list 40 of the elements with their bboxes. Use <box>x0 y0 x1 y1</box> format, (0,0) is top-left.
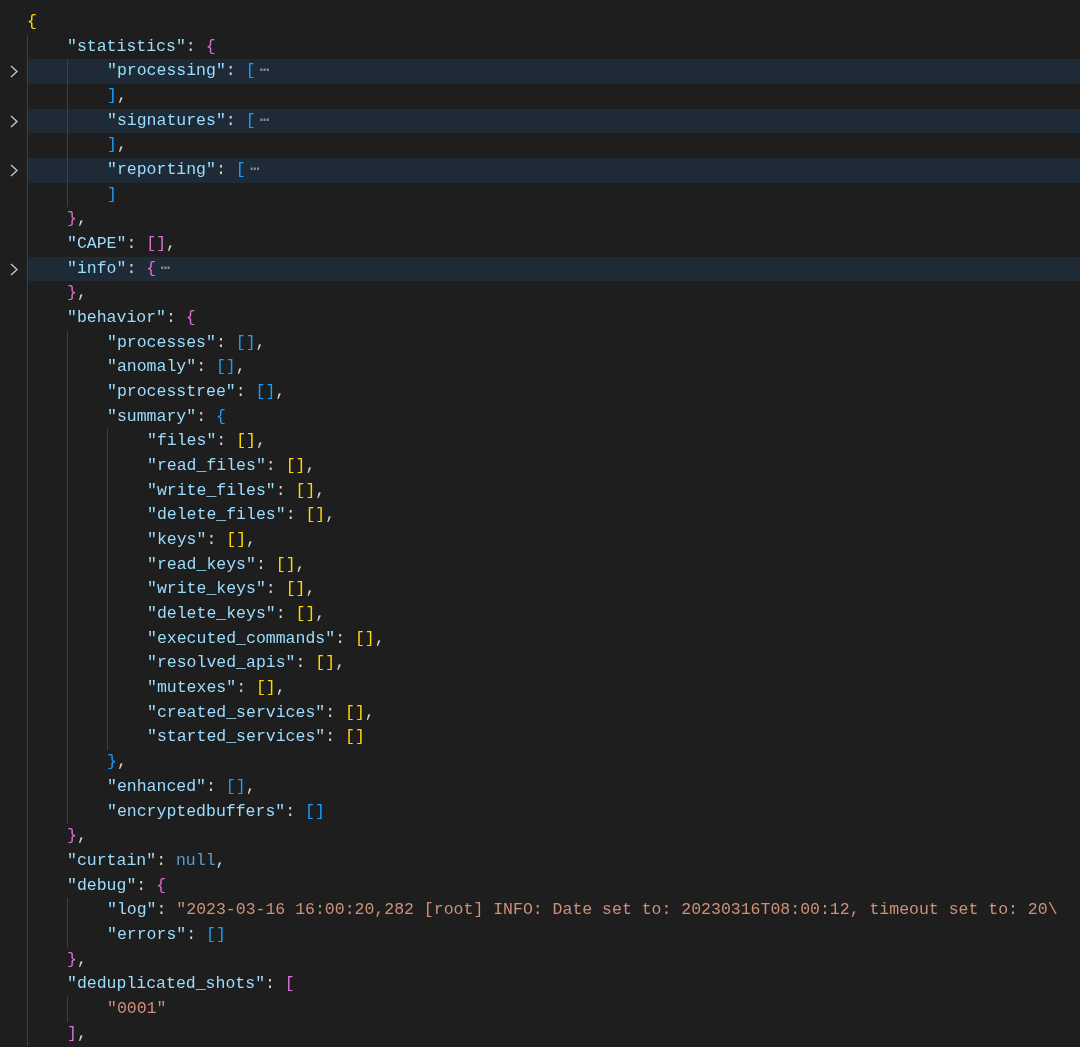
code-line: "debug": { <box>27 873 1080 899</box>
code-line: "write_keys": [], <box>27 577 1080 603</box>
code-line: }, <box>27 750 1080 775</box>
code-line: "started_services": [] <box>27 725 1080 751</box>
code-line: "keys": [], <box>27 528 1080 553</box>
fold-chevron-icon[interactable] <box>9 262 18 276</box>
code-line: "files": [], <box>27 429 1080 455</box>
code-line: ] <box>27 182 1080 208</box>
code-line: "delete_keys": [], <box>27 602 1080 627</box>
code-line: "created_services": [], <box>27 700 1080 726</box>
fold-chevron-icon[interactable] <box>9 114 18 128</box>
code-line: "deduplicated_shots": [ <box>27 972 1080 997</box>
code-line: "write_files": [], <box>27 478 1080 504</box>
fold-chevron-icon[interactable] <box>9 65 18 79</box>
code-line: "CAPE": [], <box>27 232 1080 257</box>
code-line: ], <box>27 1021 1080 1047</box>
code-line: { <box>27 11 38 33</box>
code-line: "resolved_apis": [], <box>27 651 1080 677</box>
code-line: "curtain": null, <box>27 848 1080 874</box>
code-line: "enhanced": [], <box>27 774 1080 800</box>
code-line: "delete_files": [], <box>27 503 1080 529</box>
code-line: "mutexes": [], <box>27 676 1080 701</box>
code-line: "read_keys": [], <box>27 552 1080 578</box>
code-line: }, <box>27 207 1080 233</box>
code-line: "summary": { <box>27 404 1080 430</box>
code-line: }, <box>27 947 1080 973</box>
code-line: "encryptedbuffers": [] <box>27 799 1080 825</box>
code-line: "read_files": [], <box>27 454 1080 479</box>
code-line: "behavior": { <box>27 306 1080 331</box>
code-line: "anomaly": [], <box>27 355 1080 381</box>
code-line: }, <box>27 824 1080 849</box>
code-line: }, <box>27 281 1080 307</box>
code-line: "0001" <box>27 996 1080 1022</box>
code-line: ], <box>27 84 1080 109</box>
code-line: "processtree": [], <box>27 380 1080 405</box>
code-line: "processes": [], <box>27 330 1080 356</box>
fold-chevron-icon[interactable] <box>9 163 18 177</box>
code-line: "errors": [] <box>27 922 1080 948</box>
code-line: "executed_commands": [], <box>27 626 1080 652</box>
code-line: "log": "2023-03-16 16:00:20,282 [root] INFO: Date set to: 20230316T08:00:12, timeout set to: 20\ <box>27 898 1080 923</box>
